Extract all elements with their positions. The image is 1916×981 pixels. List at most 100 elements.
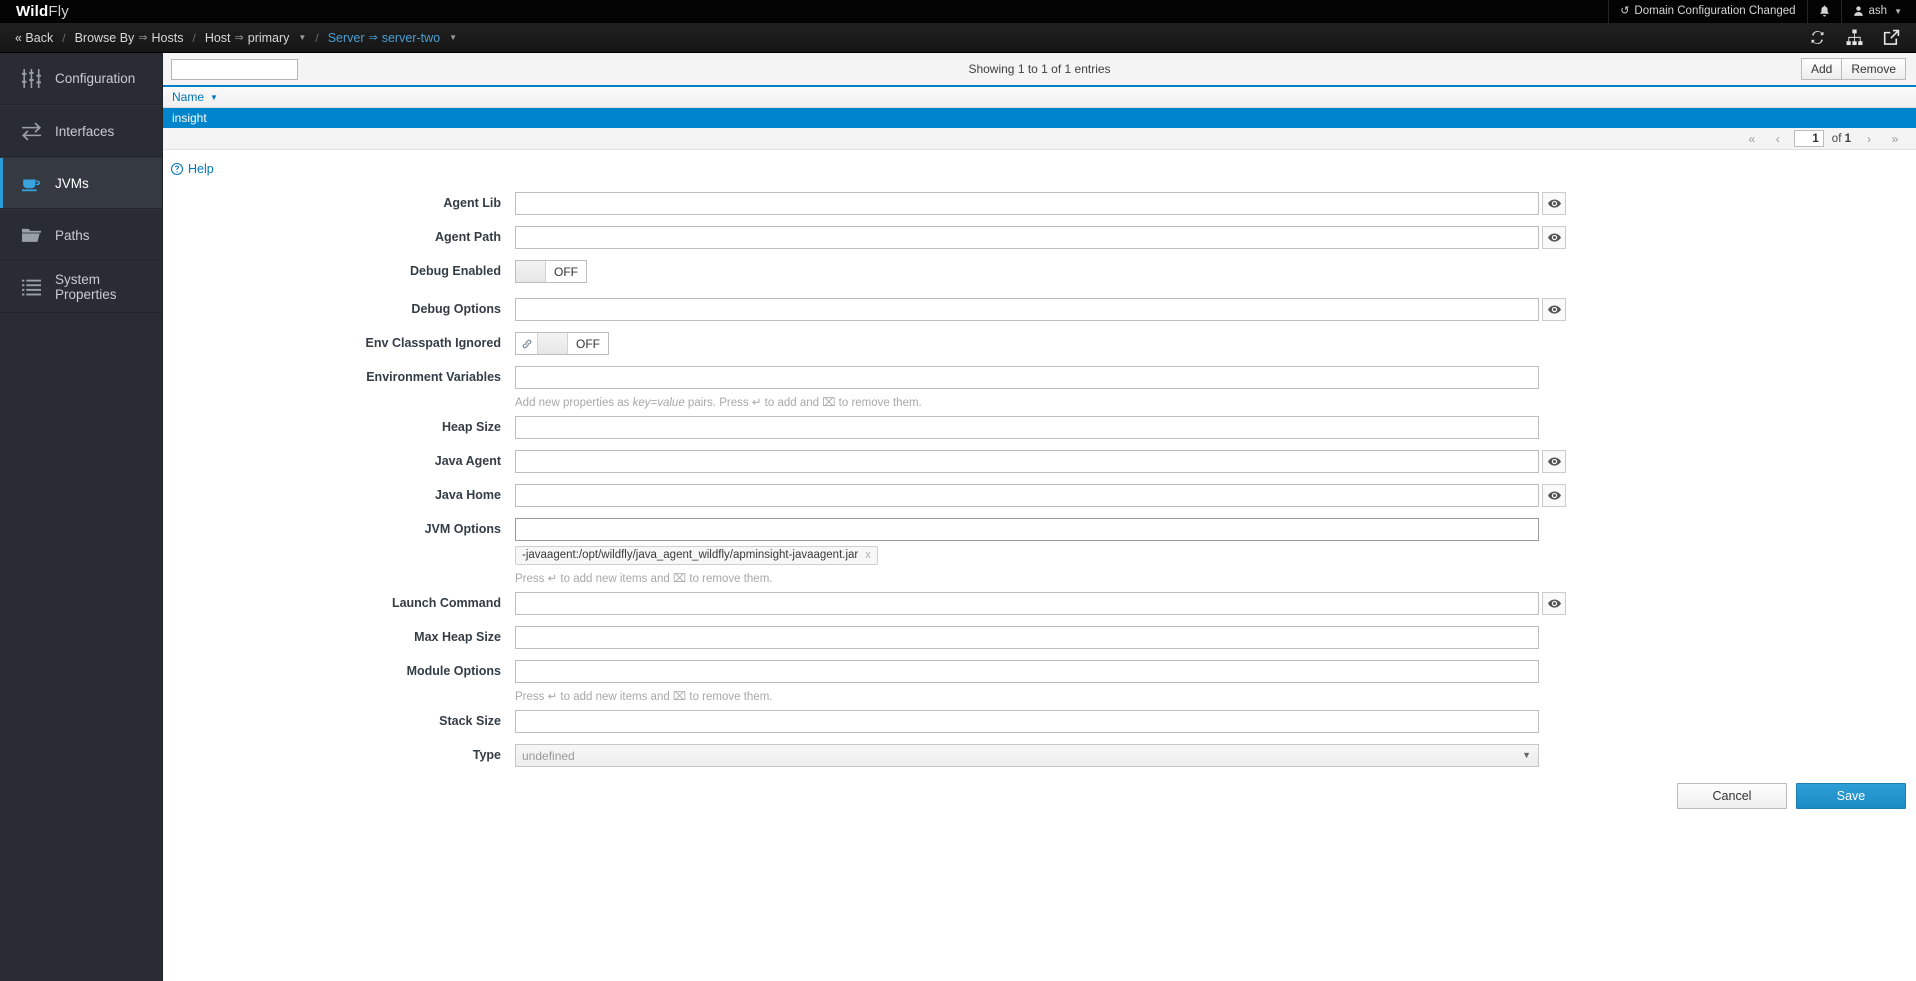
show-value-button[interactable] <box>1542 192 1566 215</box>
sidebar-item-jvms[interactable]: JVMs <box>0 157 162 209</box>
filter-input[interactable] <box>171 59 298 80</box>
breadcrumb-value: Hosts <box>152 31 184 45</box>
link-expression-button[interactable] <box>516 333 538 354</box>
java-home-input[interactable] <box>515 484 1539 507</box>
field-launch-command: Launch Command <box>163 592 1916 615</box>
app-logo: WildFly <box>0 3 69 20</box>
breadcrumb: « Back / Browse By ⇒ Hosts / Host ⇒ prim… <box>0 31 457 45</box>
help-label: Help <box>188 162 214 176</box>
breadcrumb-label: Browse By <box>75 31 135 45</box>
remove-tag-icon[interactable]: x <box>865 549 871 561</box>
sidebar-item-configuration[interactable]: Configuration <box>0 53 162 105</box>
help-link[interactable]: Help <box>171 162 214 176</box>
field-label: Java Agent <box>163 450 515 468</box>
java-agent-input[interactable] <box>515 450 1539 473</box>
field-label: Env Classpath Ignored <box>163 332 515 350</box>
hint-pre: Add new properties as <box>515 397 633 409</box>
show-value-button[interactable] <box>1542 592 1566 615</box>
eye-icon <box>1548 455 1561 468</box>
breadcrumb-item-browse-by[interactable]: Browse By ⇒ Hosts <box>75 31 184 45</box>
field-label: Java Home <box>163 484 515 502</box>
field-max-heap-size: Max Heap Size <box>163 626 1916 649</box>
debug-options-input[interactable] <box>515 298 1539 321</box>
prev-page-button[interactable]: ‹ <box>1765 128 1791 150</box>
agent-lib-input[interactable] <box>515 192 1539 215</box>
field-module-options: Module Options Press ↵ to add new items … <box>163 660 1916 703</box>
type-select[interactable]: undefined <box>515 744 1539 767</box>
module-options-hint: Press ↵ to add new items and ⌧ to remove… <box>515 683 1906 703</box>
tag-label: -javaagent:/opt/wildfly/java_agent_wildf… <box>522 549 858 561</box>
show-value-button[interactable] <box>1542 484 1566 507</box>
eye-icon <box>1548 231 1561 244</box>
history-icon: ↺ <box>1620 6 1629 17</box>
external-link-icon[interactable] <box>1883 29 1900 46</box>
jvm-form: Agent Lib Agent Path <box>163 180 1916 809</box>
breadcrumb-item-host[interactable]: Host ⇒ primary ▼ <box>205 31 307 45</box>
environment-variables-input[interactable] <box>515 366 1539 389</box>
sidebar: Configuration Interfaces JVMs Paths Syst… <box>0 53 163 981</box>
reload-icon[interactable] <box>1809 29 1826 46</box>
jvm-options-input[interactable] <box>515 518 1539 541</box>
save-button[interactable]: Save <box>1796 783 1906 809</box>
field-label: JVM Options <box>163 518 515 536</box>
chevron-down-icon: ▼ <box>210 93 218 102</box>
add-button[interactable]: Add <box>1801 58 1841 80</box>
field-env-classpath-ignored: Env Classpath Ignored OFF <box>163 332 1916 355</box>
field-java-home: Java Home <box>163 484 1916 507</box>
field-label: Module Options <box>163 660 515 678</box>
user-menu[interactable]: ash ▼ <box>1841 0 1916 23</box>
topology-icon[interactable] <box>1846 29 1863 46</box>
agent-path-input[interactable] <box>515 226 1539 249</box>
chevron-down-icon[interactable]: ▼ <box>449 33 457 42</box>
coffee-cup-icon <box>22 174 41 193</box>
show-value-button[interactable] <box>1542 450 1566 473</box>
type-selected-value: undefined <box>522 749 575 763</box>
page-number-input[interactable] <box>1794 130 1824 147</box>
remove-button[interactable]: Remove <box>1841 58 1906 80</box>
sidebar-item-label: JVMs <box>55 176 89 191</box>
sidebar-item-paths[interactable]: Paths <box>0 209 162 261</box>
toggle-knob <box>538 333 568 354</box>
back-link[interactable]: « Back <box>15 31 53 45</box>
eye-icon <box>1548 303 1561 316</box>
sidebar-item-interfaces[interactable]: Interfaces <box>0 105 162 157</box>
column-header-name[interactable]: Name ▼ <box>172 90 218 104</box>
table-action-buttons: Add Remove <box>1801 58 1906 80</box>
form-actions: Cancel Save <box>163 767 1916 809</box>
field-environment-variables: Environment Variables Add new properties… <box>163 366 1916 409</box>
breadcrumb-item-server[interactable]: Server ⇒ server-two ▼ <box>328 31 457 45</box>
next-page-button[interactable]: › <box>1856 128 1882 150</box>
sliders-icon <box>22 69 41 88</box>
env-classpath-ignored-toggle[interactable]: OFF <box>515 332 609 355</box>
hint-post: pairs. Press ↵ to add and ⌧ to remove th… <box>685 397 922 409</box>
sidebar-item-system-properties[interactable]: System Properties <box>0 261 162 313</box>
table-pagination: « ‹ of 1 › » <box>163 128 1916 150</box>
show-value-button[interactable] <box>1542 226 1566 249</box>
chevron-down-icon: ▼ <box>1894 7 1902 16</box>
table-header-row: Name ▼ <box>163 87 1916 108</box>
field-label: Heap Size <box>163 416 515 434</box>
table-row[interactable]: insight <box>163 108 1916 128</box>
max-heap-size-input[interactable] <box>515 626 1539 649</box>
first-page-button[interactable]: « <box>1739 128 1765 150</box>
show-value-button[interactable] <box>1542 298 1566 321</box>
user-name: ash <box>1869 5 1888 17</box>
debug-enabled-toggle[interactable]: OFF <box>515 260 587 283</box>
notifications-button[interactable] <box>1807 0 1841 23</box>
top-header-actions: ↺ Domain Configuration Changed ash ▼ <box>1608 0 1916 23</box>
last-page-button[interactable]: » <box>1882 128 1908 150</box>
brand-light: Fly <box>48 3 69 20</box>
cancel-button[interactable]: Cancel <box>1677 783 1787 809</box>
launch-command-input[interactable] <box>515 592 1539 615</box>
eye-icon <box>1548 197 1561 210</box>
breadcrumb-separator: / <box>53 31 74 45</box>
table-toolbar: Showing 1 to 1 of 1 entries Add Remove <box>163 53 1916 87</box>
main-content: Showing 1 to 1 of 1 entries Add Remove N… <box>163 53 1916 981</box>
domain-config-changed-notice[interactable]: ↺ Domain Configuration Changed <box>1608 0 1806 23</box>
stack-size-input[interactable] <box>515 710 1539 733</box>
heap-size-input[interactable] <box>515 416 1539 439</box>
module-options-input[interactable] <box>515 660 1539 683</box>
chevron-down-icon[interactable]: ▼ <box>298 33 306 42</box>
field-agent-path: Agent Path <box>163 226 1916 249</box>
tag-chip[interactable]: -javaagent:/opt/wildfly/java_agent_wildf… <box>515 546 878 565</box>
